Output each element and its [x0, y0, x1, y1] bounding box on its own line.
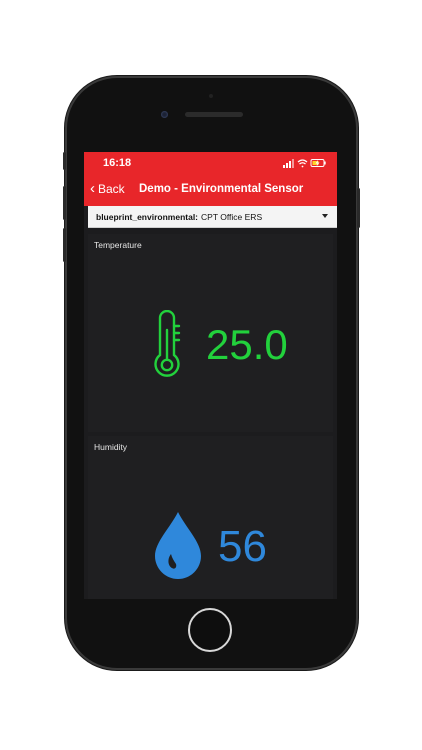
app-screen: 16:18 ‹ Back Demo - Environmental Sensor… — [84, 152, 337, 599]
wifi-icon — [297, 159, 308, 168]
status-time: 16:18 — [103, 157, 132, 169]
nav-bar: ‹ Back Demo - Environmental Sensor — [84, 174, 337, 206]
device-selector[interactable]: blueprint_environmental: CPT Office ERS — [88, 206, 337, 228]
proximity-sensor — [209, 94, 213, 98]
caret-down-icon — [322, 214, 328, 218]
temperature-value: 25.0 — [206, 321, 288, 368]
back-button[interactable]: ‹ Back — [90, 180, 125, 197]
humidity-value: 56 — [218, 522, 267, 571]
volume-up-button — [63, 186, 66, 220]
water-drop-icon — [155, 512, 201, 579]
selector-value: CPT Office ERS — [201, 211, 263, 222]
front-camera — [161, 111, 168, 118]
humidity-title: Humidity — [94, 442, 128, 452]
page-title: Demo - Environmental Sensor — [139, 183, 304, 195]
volume-down-button — [63, 228, 66, 262]
status-icons — [283, 159, 326, 168]
temperature-card: Temperature 25.0 — [88, 234, 333, 432]
status-bar: 16:18 — [84, 152, 337, 174]
earpiece-speaker — [185, 112, 243, 117]
chevron-left-icon: ‹ — [90, 180, 95, 197]
temperature-title: Temperature — [94, 240, 142, 250]
battery-icon — [310, 159, 326, 167]
home-button[interactable] — [188, 608, 232, 652]
power-button — [357, 188, 360, 228]
selector-label: blueprint_environmental: — [96, 211, 199, 222]
signal-icon — [283, 159, 294, 168]
mute-switch — [63, 152, 66, 170]
thermometer-icon — [154, 310, 181, 377]
humidity-card: Humidity 56 — [88, 436, 333, 599]
back-label: Back — [98, 182, 125, 196]
